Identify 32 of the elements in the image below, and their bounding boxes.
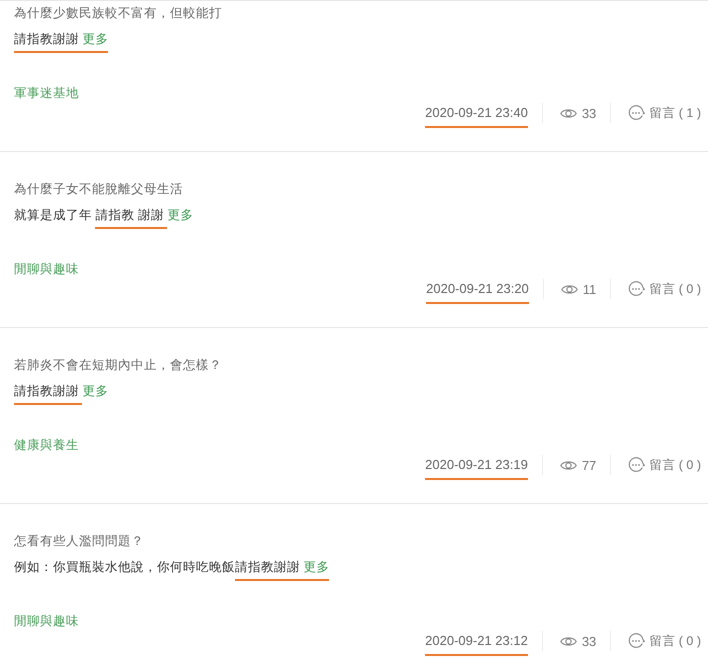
post-date: 2020-09-21 23:19 bbox=[425, 457, 528, 480]
category-link[interactable]: 健康與養生 bbox=[14, 435, 79, 455]
post-date: 2020-09-21 23:12 bbox=[425, 633, 528, 656]
category-link[interactable]: 軍事迷基地 bbox=[14, 83, 79, 103]
comment-bubble-icon bbox=[628, 457, 646, 473]
category-link[interactable]: 閒聊與趣味 bbox=[14, 259, 79, 279]
comments-link[interactable]: 留言 ( 0 ) bbox=[649, 280, 701, 298]
comments-link[interactable]: 留言 ( 0 ) bbox=[649, 632, 701, 650]
view-count: 33 bbox=[582, 634, 596, 648]
eye-icon bbox=[560, 636, 577, 646]
comment-bubble-icon bbox=[628, 281, 646, 297]
comment-bubble-icon bbox=[628, 633, 646, 649]
eye-icon bbox=[560, 460, 577, 470]
post-title[interactable]: 怎看有些人濫問問題？ bbox=[14, 531, 144, 551]
comments-link[interactable]: 留言 ( 1 ) bbox=[649, 104, 701, 122]
eye-icon bbox=[560, 108, 577, 118]
eye-icon bbox=[560, 284, 578, 294]
comments-link[interactable]: 留言 ( 0 ) bbox=[649, 456, 701, 474]
more-link[interactable]: 更多 bbox=[303, 559, 330, 581]
view-count: 33 bbox=[582, 106, 596, 120]
more-link[interactable]: 更多 bbox=[82, 384, 108, 398]
comment-bubble-icon bbox=[628, 105, 646, 121]
view-count: 77 bbox=[582, 458, 596, 472]
category-link[interactable]: 閒聊與趣味 bbox=[14, 611, 79, 631]
post-date: 2020-09-21 23:40 bbox=[425, 105, 528, 128]
post-title[interactable]: 若肺炎不會在短期內中止，會怎樣？ bbox=[14, 355, 222, 375]
post-date: 2020-09-21 23:20 bbox=[426, 281, 529, 304]
more-link[interactable]: 更多 bbox=[167, 208, 194, 222]
post-title[interactable]: 為什麼少數民族較不富有，但較能打 bbox=[14, 3, 222, 23]
view-count: 11 bbox=[582, 282, 596, 296]
post-title[interactable]: 為什麼子女不能脫離父母生活 bbox=[14, 179, 183, 199]
more-link[interactable]: 更多 bbox=[82, 31, 108, 53]
